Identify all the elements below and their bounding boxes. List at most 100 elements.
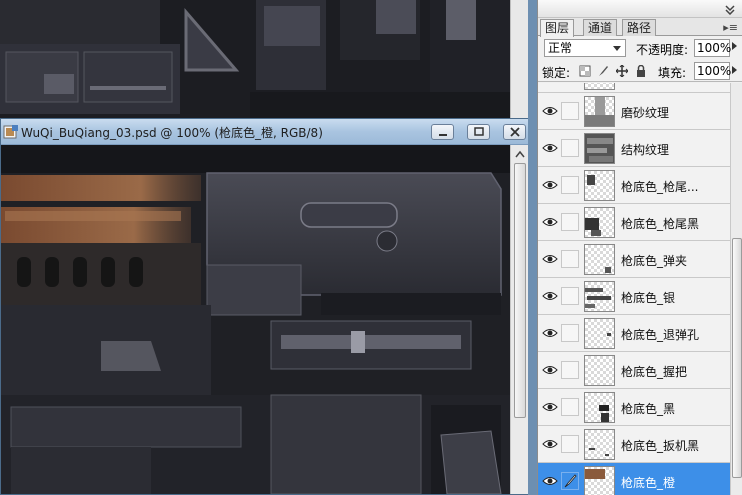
photoshop-document-icon [3, 125, 18, 139]
background-texture-art [0, 0, 510, 118]
layer-row[interactable]: 枪底色_弹夹 [538, 241, 730, 278]
layers-scroll-thumb[interactable] [732, 238, 742, 478]
document-scroll-thumb[interactable] [514, 163, 526, 418]
close-button[interactable] [503, 124, 526, 140]
layer-row[interactable]: 枪底色_黑 [538, 389, 730, 426]
layer-row[interactable]: 结构纹理 [538, 130, 730, 167]
layer-link-cell[interactable] [561, 176, 579, 194]
layer-row-partial[interactable] [538, 83, 730, 93]
layer-thumbnail-art [585, 218, 601, 236]
layer-link-cell[interactable] [561, 324, 579, 342]
lock-transparency-icon[interactable] [579, 65, 591, 77]
layer-link-cell[interactable] [561, 250, 579, 268]
layer-name: 枪底色_弹夹 [621, 254, 688, 268]
document-title: WuQi_BuQiang_03.psd @ 100% (枪底色_橙, RGB/8… [21, 126, 323, 140]
eye-icon[interactable] [542, 179, 558, 191]
fill-slider-arrow-icon[interactable] [732, 66, 737, 74]
fill-input[interactable]: 100% [694, 62, 731, 80]
opacity-input[interactable]: 100% [694, 39, 731, 57]
minimize-button[interactable] [431, 124, 454, 140]
layer-thumbnail-art [587, 175, 595, 185]
layer-link-cell[interactable] [561, 287, 579, 305]
layer-row[interactable]: 枪底色_枪尾... [538, 167, 730, 204]
layer-thumbnail [584, 318, 615, 349]
lock-row: 锁定: 填充: 100% [538, 60, 742, 82]
document-canvas[interactable] [1, 145, 510, 494]
layer-row[interactable]: 磨砂纹理 [538, 93, 730, 130]
eye-icon[interactable] [542, 216, 558, 228]
eye-icon[interactable] [542, 475, 558, 487]
layer-thumbnail [584, 96, 615, 127]
layer-list: 磨砂纹理 结构纹理 枪底色_枪尾... 枪底色_枪尾黑 枪底色_弹夹 枪底色_银… [538, 83, 730, 495]
layers-panel: 图层 通道 路径 ▸≡ 正常 不透明度: 100% 锁定: 填充: 100% 磨… [537, 0, 742, 495]
layer-name: 结构纹理 [621, 143, 670, 157]
layer-row[interactable]: 枪底色_枪尾黑 [538, 204, 730, 241]
lock-all-icon[interactable] [635, 65, 647, 77]
layer-link-cell[interactable] [561, 472, 579, 490]
layer-thumbnail-art [585, 134, 614, 163]
eye-icon[interactable] [542, 438, 558, 450]
layer-row-selected[interactable]: 枪底色_橙 [538, 463, 730, 495]
layer-thumbnail [584, 170, 615, 201]
layer-thumbnail [584, 244, 615, 275]
eye-icon[interactable] [542, 290, 558, 302]
maximize-icon [474, 127, 484, 136]
lock-label: 锁定: [542, 66, 571, 80]
panel-header-bar[interactable] [538, 0, 742, 18]
lock-brush-icon[interactable] [597, 65, 609, 77]
close-icon [510, 127, 520, 137]
chevron-down-icon [613, 46, 621, 51]
blend-mode-select[interactable]: 正常 [544, 39, 626, 57]
eye-icon[interactable] [542, 142, 558, 154]
layer-thumbnail-art [585, 97, 614, 126]
document-vertical-scrollbar[interactable] [510, 145, 529, 494]
panel-menu-icon[interactable]: ▸≡ [723, 21, 738, 34]
layer-link-cell[interactable] [561, 213, 579, 231]
eye-icon[interactable] [542, 253, 558, 265]
layer-link-cell[interactable] [561, 139, 579, 157]
layer-name: 枪底色_橙 [621, 476, 676, 490]
scroll-up-icon[interactable] [514, 149, 526, 159]
layer-row[interactable]: 枪底色_退弹孔 [538, 315, 730, 352]
layer-name: 枪底色_枪尾... [621, 180, 699, 194]
panel-tabs: 图层 通道 路径 ▸≡ [538, 18, 742, 37]
fill-label: 填充: [658, 66, 687, 80]
layer-thumbnail-art [605, 267, 611, 273]
tab-layers[interactable]: 图层 [540, 19, 575, 37]
layer-row[interactable]: 枪底色_扳机黑 [538, 426, 730, 463]
background-document-canvas[interactable] [0, 0, 510, 118]
photoshop-workspace: WuQi_BuQiang_03.psd @ 100% (枪底色_橙, RGB/8… [0, 0, 742, 495]
layer-thumbnail-art [585, 288, 611, 308]
tab-paths[interactable]: 路径 [622, 19, 657, 36]
layer-name: 枪底色_退弹孔 [621, 328, 700, 342]
layer-name: 枪底色_枪尾黑 [621, 217, 700, 231]
layer-name: 枪底色_银 [621, 291, 676, 305]
lock-position-icon[interactable] [616, 65, 628, 77]
layer-thumbnail-art [607, 333, 611, 336]
maximize-button[interactable] [467, 124, 490, 140]
layer-name: 枪底色_扳机黑 [621, 439, 700, 453]
opacity-slider-arrow-icon[interactable] [732, 42, 737, 50]
layer-link-cell[interactable] [561, 102, 579, 120]
layers-vertical-scrollbar[interactable] [730, 83, 742, 495]
layer-name: 枪底色_握把 [621, 365, 688, 379]
layer-link-cell[interactable] [561, 361, 579, 379]
background-document-scrollbar[interactable] [510, 0, 528, 118]
blend-mode-value: 正常 [548, 41, 573, 55]
eye-icon[interactable] [542, 364, 558, 376]
document-titlebar[interactable]: WuQi_BuQiang_03.psd @ 100% (枪底色_橙, RGB/8… [1, 119, 529, 145]
layer-link-cell[interactable] [561, 435, 579, 453]
blend-row: 正常 不透明度: 100% [538, 36, 742, 60]
layer-row[interactable]: 枪底色_握把 [538, 352, 730, 389]
layer-row[interactable]: 枪底色_银 [538, 278, 730, 315]
eye-icon[interactable] [542, 401, 558, 413]
layer-thumbnail [584, 133, 615, 164]
document-window: WuQi_BuQiang_03.psd @ 100% (枪底色_橙, RGB/8… [0, 118, 530, 495]
layer-thumbnail [584, 466, 615, 495]
tab-channels[interactable]: 通道 [583, 19, 618, 36]
layer-thumbnail [584, 83, 615, 90]
eye-icon[interactable] [542, 327, 558, 339]
eye-icon[interactable] [542, 105, 558, 117]
panel-collapse-icon[interactable] [724, 3, 736, 15]
layer-link-cell[interactable] [561, 398, 579, 416]
